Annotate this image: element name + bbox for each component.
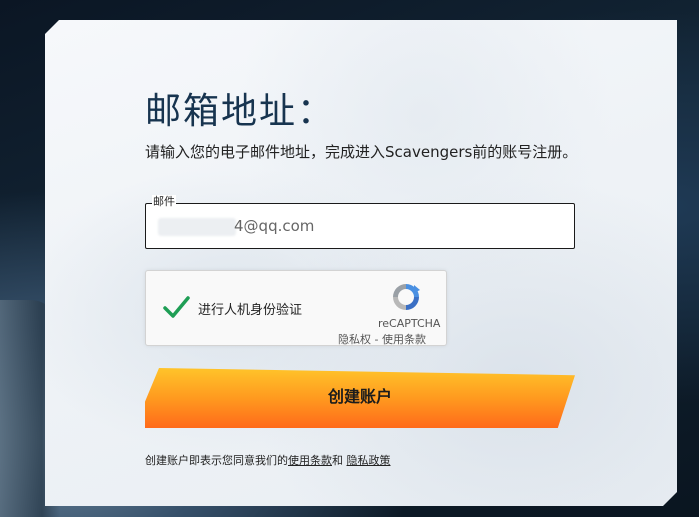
- email-field-label: 邮件: [153, 195, 175, 208]
- checkmark-icon[interactable]: [162, 293, 190, 321]
- create-account-button[interactable]: 创建账户: [145, 368, 575, 428]
- captcha-label: 进行人机身份验证: [198, 303, 303, 318]
- email-field[interactable]: 邮件: [145, 203, 575, 249]
- recaptcha-privacy-link[interactable]: 隐私权: [338, 333, 371, 346]
- page-title: 邮箱地址：: [145, 91, 336, 132]
- email-input[interactable]: [156, 214, 556, 238]
- terms-prefix: 创建账户即表示您同意我们的: [145, 454, 288, 467]
- recaptcha-logo-icon: [390, 281, 422, 313]
- terms-and: 和: [332, 454, 347, 467]
- snow-texture: [45, 20, 677, 506]
- recaptcha-separator: -: [371, 333, 382, 346]
- page-description: 请输入您的电子邮件地址，完成进入Scavengers前的账号注册。: [145, 143, 578, 161]
- recaptcha-links: 隐私权 - 使用条款: [338, 331, 426, 347]
- recaptcha-brand: reCAPTCHA: [378, 317, 441, 330]
- signup-card: 邮箱地址： 请输入您的电子邮件地址，完成进入Scavengers前的账号注册。 …: [45, 20, 677, 506]
- create-account-label: 创建账户: [327, 389, 392, 406]
- terms-of-use-link[interactable]: 使用条款: [288, 454, 332, 467]
- recaptcha-terms-link[interactable]: 使用条款: [382, 333, 426, 346]
- privacy-policy-link[interactable]: 隐私政策: [347, 454, 391, 467]
- terms-notice: 创建账户即表示您同意我们的使用条款和 隐私政策: [145, 452, 391, 468]
- recaptcha-widget[interactable]: 进行人机身份验证 reCAPTCHA 隐私权 - 使用条款: [145, 270, 447, 346]
